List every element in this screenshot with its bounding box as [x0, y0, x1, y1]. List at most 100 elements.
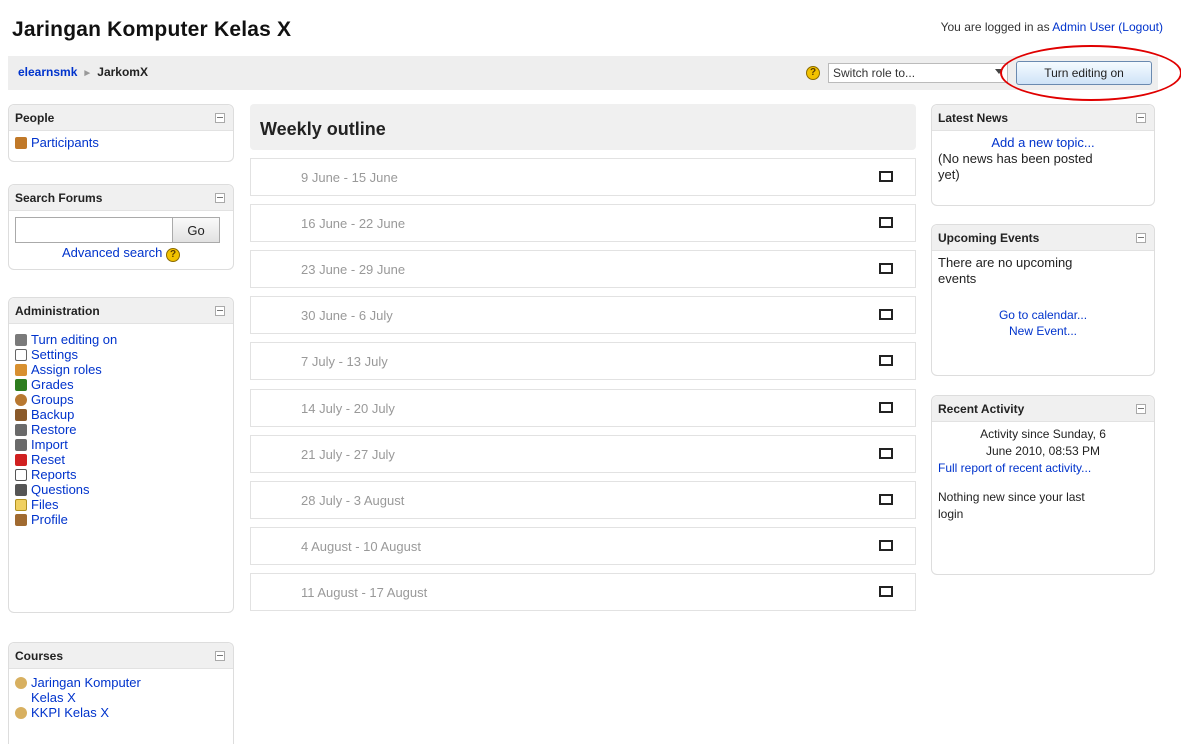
block-title: Administration — [15, 304, 100, 318]
administration-block: Administration Turn editing on Settings … — [8, 297, 234, 613]
course-link-jaringan-komputer-line2[interactable]: Kelas X — [15, 690, 227, 705]
collapse-icon[interactable] — [215, 306, 225, 316]
admin-turn-editing-on[interactable]: Turn editing on — [15, 332, 227, 347]
go-to-calendar-link[interactable]: Go to calendar... — [999, 308, 1087, 322]
search-go-button[interactable]: Go — [172, 217, 220, 243]
people-block: People Participants — [8, 104, 234, 162]
block-title: Search Forums — [15, 191, 103, 205]
breadcrumb-home-link[interactable]: elearnsmk — [18, 65, 77, 79]
block-header: Latest News — [932, 105, 1154, 131]
block-title: Latest News — [938, 111, 1009, 125]
help-icon[interactable]: ? — [166, 248, 181, 262]
full-report-link[interactable]: Full report of recent activity... — [938, 461, 1091, 475]
week-toggle-checkbox[interactable] — [879, 171, 893, 182]
upcoming-events-block: Upcoming Events There are no upcoming ev… — [931, 224, 1155, 376]
week-toggle-checkbox[interactable] — [879, 540, 893, 551]
courses-block: Courses Jaringan Komputer Kelas X KKPI K… — [8, 642, 234, 744]
breadcrumb-current: JarkomX — [97, 65, 148, 79]
user-profile-link[interactable]: Admin User — [1052, 20, 1115, 34]
week-toggle-checkbox[interactable] — [879, 586, 893, 597]
block-header: Administration — [9, 298, 233, 324]
course-link-jaringan-komputer[interactable]: Jaringan Komputer — [15, 675, 227, 690]
login-info: You are logged in as Admin User (Logout) — [941, 20, 1163, 34]
week-section: 21 July - 27 July — [250, 435, 916, 473]
grades-icon — [15, 378, 27, 391]
week-section: 16 June - 22 June — [250, 204, 916, 242]
switch-role-value: Switch role to... — [833, 66, 916, 80]
groups-icon — [15, 393, 27, 406]
admin-groups[interactable]: Groups — [15, 392, 227, 407]
course-link-kkpi[interactable]: KKPI Kelas X — [15, 705, 227, 720]
chevron-down-icon — [995, 69, 1003, 74]
nothing-new-text: Nothing new since your last — [938, 490, 1085, 504]
activity-since-text: Activity since Sunday, 6 — [980, 427, 1106, 441]
collapse-icon[interactable] — [215, 193, 225, 203]
week-label: 4 August - 10 August — [301, 539, 421, 554]
week-label: 7 July - 13 July — [301, 354, 388, 369]
week-toggle-checkbox[interactable] — [879, 402, 893, 413]
admin-questions[interactable]: Questions — [15, 482, 227, 497]
week-section: 9 June - 15 June — [250, 158, 916, 196]
week-label: 30 June - 6 July — [301, 308, 393, 323]
week-toggle-checkbox[interactable] — [879, 263, 893, 274]
recent-activity-block: Recent Activity Activity since Sunday, 6… — [931, 395, 1155, 575]
logout-link[interactable]: (Logout) — [1118, 20, 1163, 34]
admin-profile[interactable]: Profile — [15, 512, 227, 527]
add-new-topic-link[interactable]: Add a new topic... — [991, 135, 1094, 150]
advanced-search-link[interactable]: Advanced search — [62, 245, 162, 260]
week-section: 7 July - 13 July — [250, 342, 916, 380]
block-header: Recent Activity — [932, 396, 1154, 422]
latest-news-block: Latest News Add a new topic... (No news … — [931, 104, 1155, 206]
week-toggle-checkbox[interactable] — [879, 217, 893, 228]
search-forums-input[interactable] — [15, 217, 173, 243]
page-title: Jaringan Komputer Kelas X — [12, 18, 292, 41]
week-section: 30 June - 6 July — [250, 296, 916, 334]
no-news-text-line2: yet) — [938, 167, 960, 182]
block-header: Upcoming Events — [932, 225, 1154, 251]
week-label: 16 June - 22 June — [301, 216, 406, 231]
collapse-icon[interactable] — [1136, 233, 1146, 243]
collapse-icon[interactable] — [215, 113, 225, 123]
collapse-icon[interactable] — [1136, 113, 1146, 123]
course-icon — [15, 676, 27, 689]
participants-link[interactable]: Participants — [15, 135, 227, 150]
admin-settings[interactable]: Settings — [15, 347, 227, 362]
week-toggle-checkbox[interactable] — [879, 494, 893, 505]
collapse-icon[interactable] — [215, 651, 225, 661]
admin-reports[interactable]: Reports — [15, 467, 227, 482]
weekly-outline-title: Weekly outline — [260, 119, 386, 139]
block-header: Search Forums — [9, 185, 233, 211]
settings-icon — [15, 348, 27, 361]
week-toggle-checkbox[interactable] — [879, 309, 893, 320]
admin-backup[interactable]: Backup — [15, 407, 227, 422]
no-events-text: There are no upcoming — [938, 255, 1073, 270]
new-event-link[interactable]: New Event... — [1009, 324, 1077, 338]
no-news-text: (No news has been posted — [938, 151, 1093, 166]
week-toggle-checkbox[interactable] — [879, 355, 893, 366]
reports-icon — [15, 468, 27, 481]
turn-editing-on-button[interactable]: Turn editing on — [1016, 61, 1152, 85]
admin-grades[interactable]: Grades — [15, 377, 227, 392]
help-icon[interactable]: ? — [806, 66, 820, 80]
block-header: Courses — [9, 643, 233, 669]
questions-icon — [15, 483, 27, 496]
week-toggle-checkbox[interactable] — [879, 448, 893, 459]
switch-role-select[interactable]: Switch role to... — [828, 63, 1008, 83]
admin-import[interactable]: Import — [15, 437, 227, 452]
admin-files[interactable]: Files — [15, 497, 227, 512]
login-prefix: You are logged in as — [940, 20, 1053, 34]
week-section: 14 July - 20 July — [250, 389, 916, 427]
course-icon — [15, 706, 27, 719]
week-section: 4 August - 10 August — [250, 527, 916, 565]
collapse-icon[interactable] — [1136, 404, 1146, 414]
admin-assign-roles[interactable]: Assign roles — [15, 362, 227, 377]
block-title: Courses — [15, 649, 64, 663]
advanced-search: Advanced search ? — [15, 245, 227, 262]
block-title: Recent Activity — [938, 402, 1025, 416]
week-label: 9 June - 15 June — [301, 170, 398, 185]
week-label: 21 July - 27 July — [301, 447, 395, 462]
admin-reset[interactable]: Reset — [15, 452, 227, 467]
admin-restore[interactable]: Restore — [15, 422, 227, 437]
navbar: elearnsmk ► JarkomX ? Switch role to... Tu… — [8, 56, 1158, 90]
backup-icon — [15, 408, 27, 421]
